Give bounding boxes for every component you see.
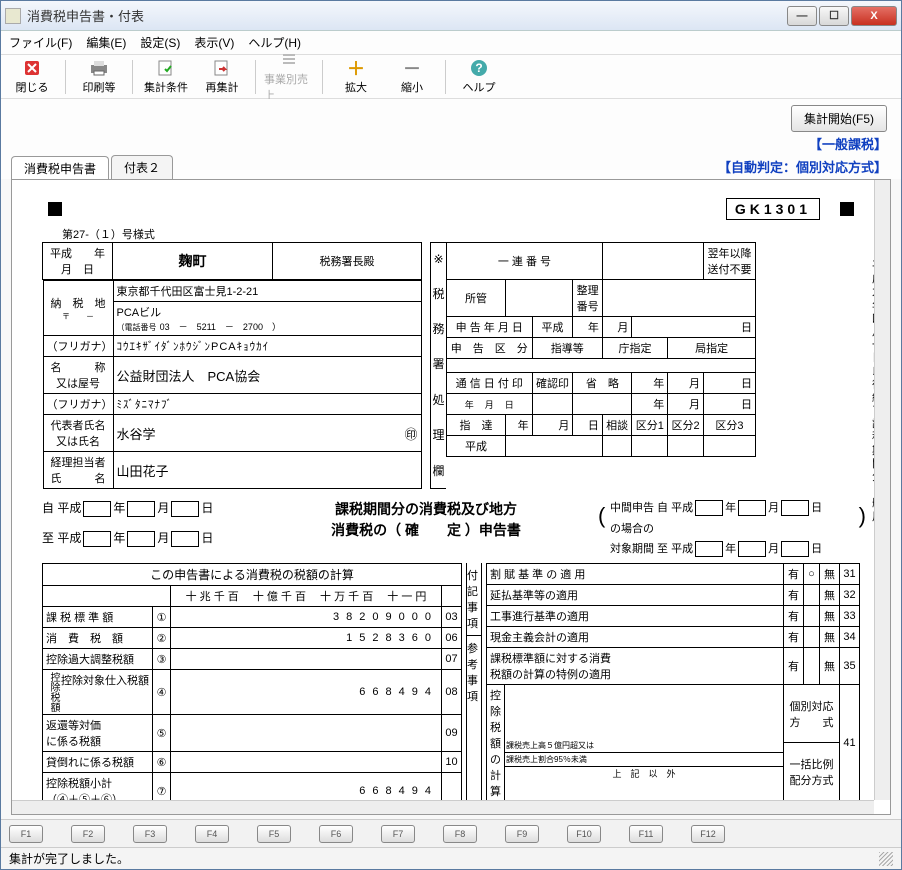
next-year-label: 翌年以降 送付不要 — [703, 243, 755, 280]
tb-close[interactable]: 閉じる — [7, 58, 57, 95]
company-name: 公益財団法人 PCA協会 — [113, 357, 421, 394]
fkey-f9[interactable]: F9 — [505, 825, 539, 843]
tb-print[interactable]: 印刷等 — [74, 58, 124, 95]
calc-table: この申告書による消費税の税額の計算 十 兆 千 百 十 億 千 百 十 万 千 … — [42, 563, 462, 810]
app-icon — [5, 8, 21, 24]
app-window: 消費税申告書・付表 — ☐ X ファイル(F) 編集(E) 設定(S) 表示(V… — [0, 0, 902, 870]
list-icon — [278, 50, 300, 70]
name-label: 名 称 又は屋号 — [43, 357, 113, 394]
header-office: 税務署長殿 — [273, 243, 422, 280]
horizontal-scrollbar[interactable] — [12, 800, 874, 814]
header-era: 平成 年 月 日 — [43, 243, 113, 280]
tax-type-label: 【一般課税】 — [809, 134, 887, 153]
marker-square-left — [48, 202, 62, 216]
tb-zoom-in[interactable]: ＋拡大 — [331, 58, 381, 95]
tb-help[interactable]: ?ヘルプ — [454, 58, 504, 95]
fkey-f11[interactable]: F11 — [629, 825, 663, 843]
calc-row: 貸倒れに係る税額⑥10 — [43, 752, 462, 773]
tb-zoom-out[interactable]: －縮小 — [387, 58, 437, 95]
menu-help[interactable]: ヘルプ(H) — [248, 34, 301, 51]
fkey-f6[interactable]: F6 — [319, 825, 353, 843]
vertical-scrollbar[interactable] — [874, 180, 890, 800]
rep-label: 代表者氏名 又は氏名 — [43, 415, 113, 452]
function-key-bar: F1 F2 F3 F4 F5 F6 F7 F8 F9 F10 F11 F12 — [1, 819, 901, 847]
marker-square-right — [840, 202, 854, 216]
notes-vertical-label: 付記事項 参考事項 — [466, 563, 482, 814]
menu-view[interactable]: 表示(V) — [194, 34, 234, 51]
format-number: 第27-（１）号様式 — [62, 226, 860, 242]
acct-label: 経理担当者 氏 名 — [43, 452, 113, 489]
notes-table: 割 賦 基 準 の 適 用有○無31 延払基準等の適用有無32 工事進行基準の適… — [486, 563, 860, 814]
menu-file[interactable]: ファイル(F) — [9, 34, 72, 51]
acct-name: 山田花子 — [113, 452, 421, 489]
svg-text:?: ? — [475, 61, 482, 75]
star-mark: ※ — [433, 252, 443, 266]
fkey-f1[interactable]: F1 — [9, 825, 43, 843]
tab-return[interactable]: 消費税申告書 — [11, 156, 109, 180]
period-title: 課税期間分の消費税及び地方 消費税の（ 確 定 ）申告書 — [262, 499, 590, 541]
calc-row: 課 税 標 準 額①3820900003 — [43, 607, 462, 628]
minimize-button[interactable]: — — [787, 6, 817, 26]
fkey-f8[interactable]: F8 — [443, 825, 477, 843]
menu-edit[interactable]: 編集(E) — [86, 34, 126, 51]
calc-row: 控除過大調整税額③07 — [43, 649, 462, 670]
tb-by-biz: 事業別売上 — [264, 50, 314, 103]
calc-row: 消 費 税 額②152836006 — [43, 628, 462, 649]
fkey-f7[interactable]: F7 — [381, 825, 415, 843]
sheet-check-icon — [155, 58, 177, 78]
maximize-button[interactable]: ☐ — [819, 6, 849, 26]
plus-icon: ＋ — [345, 58, 367, 78]
menubar: ファイル(F) 編集(E) 設定(S) 表示(V) ヘルプ(H) — [1, 31, 901, 55]
fkey-f2[interactable]: F2 — [71, 825, 105, 843]
furigana1: ｺｳｴｷｻﾞｲﾀﾞﾝﾎｳｼﾞﾝPCAｷｮｳｶｲ — [113, 336, 421, 357]
addr-label: 納 税 地〒 － — [43, 281, 113, 336]
printer-icon — [88, 58, 110, 78]
form-code: GK1301 — [726, 198, 820, 220]
furigana2-label: （フリガナ） — [43, 394, 113, 415]
minus-icon: － — [401, 58, 423, 78]
fkey-f3[interactable]: F3 — [133, 825, 167, 843]
period-from-to: 自 平成年月日 至 平成年月日 — [42, 499, 242, 547]
window-title: 消費税申告書・付表 — [27, 6, 787, 25]
fkey-f12[interactable]: F12 — [691, 825, 725, 843]
close-button[interactable]: X — [851, 6, 897, 26]
resize-grip[interactable] — [879, 852, 893, 866]
sheet-arrow-icon — [211, 58, 233, 78]
fkey-f10[interactable]: F10 — [567, 825, 601, 843]
serial-label: 一 連 番 号 — [447, 243, 603, 280]
close-icon — [21, 58, 43, 78]
document-area: GK1301 第27-（１）号様式 平成 年 月 日 麹町 税務署長殿 — [11, 179, 891, 815]
status-text: 集計が完了しました。 — [9, 850, 129, 867]
status-bar: 集計が完了しました。 — [1, 847, 901, 869]
tb-reagg[interactable]: 再集計 — [197, 58, 247, 95]
fkey-f5[interactable]: F5 — [257, 825, 291, 843]
menu-settings[interactable]: 設定(S) — [140, 34, 180, 51]
address-line1: 東京都千代田区富士見1-2-21 — [113, 281, 421, 302]
rep-name: 水谷学㊞ — [113, 415, 421, 452]
tab-appendix2[interactable]: 付表２ — [111, 155, 173, 179]
furigana1-label: （フリガナ） — [43, 336, 113, 357]
calc-row: 控除税額控除対象仕入税額④66849408 — [43, 670, 462, 715]
start-aggregate-button[interactable]: 集計開始(F5) — [791, 105, 887, 132]
furigana2: ﾐｽﾞﾀﾆﾏﾅﾌﾞ — [113, 394, 421, 415]
tax-judge-label: 【自動判定：個別対応方式】 — [718, 160, 887, 175]
toolbar: 閉じる 印刷等 集計条件 再集計 事業別売上 ＋拡大 －縮小 ?ヘルプ — [1, 55, 901, 99]
titlebar: 消費税申告書・付表 — ☐ X — [1, 1, 901, 31]
header-place: 麹町 — [113, 243, 273, 280]
help-icon: ? — [468, 58, 490, 78]
interim-period: ( 中間申告 自 平成年月日 の場合の 対象期間 至 平成年月日 ) — [610, 499, 860, 557]
tb-agg-cond[interactable]: 集計条件 — [141, 58, 191, 95]
address-line2: PCAビル（電話番号 03 － 5211 － 2700 ） — [113, 302, 421, 336]
calc-row: 返還等対価 に係る税額⑤09 — [43, 715, 462, 752]
fkey-f4[interactable]: F4 — [195, 825, 229, 843]
